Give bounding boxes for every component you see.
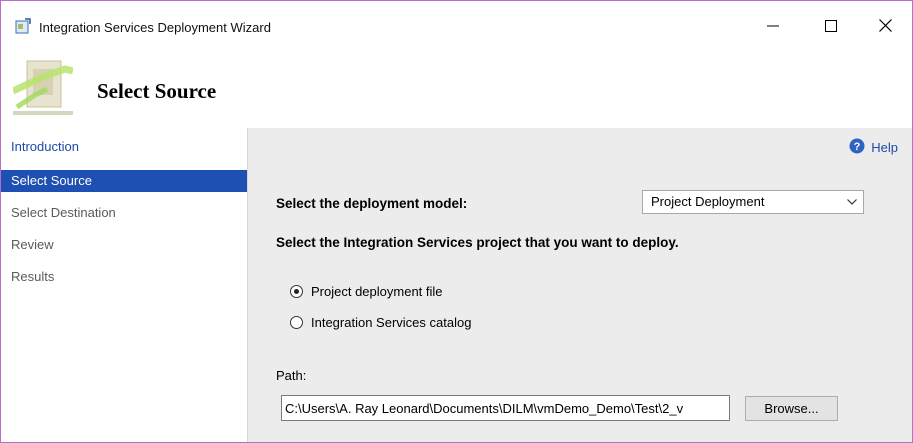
wizard-window: Integration Services Deployment Wizard S… xyxy=(0,0,913,443)
main-panel: ? Help Select the deployment model: Proj… xyxy=(248,128,912,442)
help-label: Help xyxy=(871,140,898,155)
wizard-header: Select Source xyxy=(1,43,912,127)
sidebar-item-select-destination: Select Destination xyxy=(11,205,116,220)
sidebar-item-introduction[interactable]: Introduction xyxy=(1,136,247,158)
help-link[interactable]: ? Help xyxy=(849,138,898,157)
project-prompt: Select the Integration Services project … xyxy=(276,235,679,250)
maximize-icon xyxy=(825,19,837,35)
wizard-steps-sidebar: Introduction Select Source Select Destin… xyxy=(1,128,248,442)
svg-text:?: ? xyxy=(854,141,861,153)
maximize-button[interactable] xyxy=(809,13,853,41)
deployment-model-label: Select the deployment model: xyxy=(276,196,468,211)
chevron-down-icon xyxy=(847,191,857,213)
title-bar: Integration Services Deployment Wizard xyxy=(1,1,912,43)
sidebar-item-results: Results xyxy=(11,269,55,284)
radio-button-unchecked[interactable] xyxy=(290,316,303,329)
sidebar-item-review: Review xyxy=(11,237,54,252)
app-icon xyxy=(15,18,31,34)
path-input[interactable] xyxy=(281,395,730,421)
radio-button-checked[interactable] xyxy=(290,285,303,298)
window-title: Integration Services Deployment Wizard xyxy=(39,20,271,35)
radio-label-integration-services-catalog: Integration Services catalog xyxy=(311,315,472,330)
help-icon: ? xyxy=(849,138,865,157)
close-icon xyxy=(878,19,892,35)
browse-button[interactable]: Browse... xyxy=(745,396,838,421)
page-title: Select Source xyxy=(97,79,217,103)
deployment-model-select[interactable]: Project Deployment xyxy=(642,190,864,214)
radio-label-project-deployment-file: Project deployment file xyxy=(311,284,443,299)
minimize-button[interactable] xyxy=(751,13,795,41)
minimize-icon xyxy=(767,20,779,35)
radio-project-deployment-file[interactable]: Project deployment file xyxy=(290,284,443,299)
sidebar-item-select-source[interactable]: Select Source xyxy=(1,170,247,192)
radio-integration-services-catalog[interactable]: Integration Services catalog xyxy=(290,315,471,330)
close-button[interactable] xyxy=(863,13,907,41)
deployment-model-value: Project Deployment xyxy=(651,194,765,209)
path-label: Path: xyxy=(276,368,307,383)
deployment-wizard-icon xyxy=(11,55,74,117)
